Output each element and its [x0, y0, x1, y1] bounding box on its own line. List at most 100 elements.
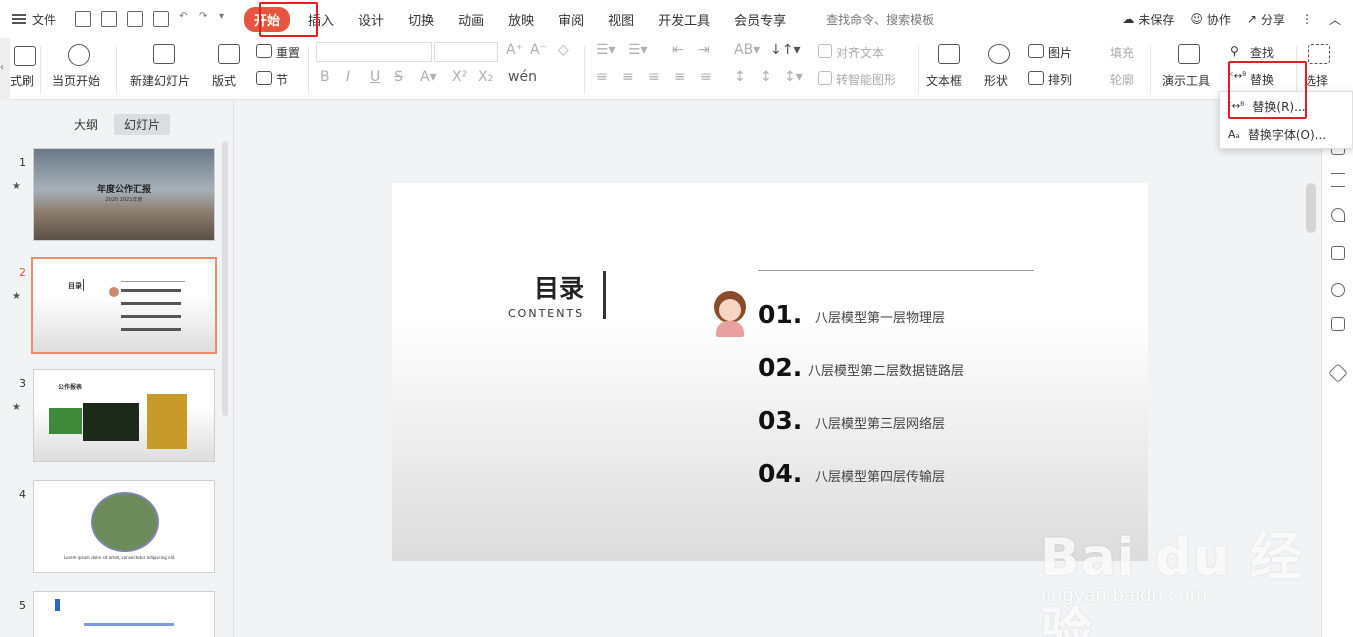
textbox-button[interactable]: 文本框: [926, 72, 962, 89]
print-icon[interactable]: [127, 11, 144, 27]
justify-icon[interactable]: ≡: [674, 69, 686, 85]
paragraph-spacing-icon[interactable]: ↕: [760, 69, 772, 85]
align-text-icon[interactable]: [818, 44, 832, 58]
fill-button[interactable]: 填充: [1110, 44, 1134, 61]
align-center-icon[interactable]: ≡: [622, 69, 634, 85]
picture-icon[interactable]: [1028, 44, 1044, 58]
replace-font-menu-item[interactable]: Aₐ 替换字体(O)...: [1220, 120, 1352, 148]
tab-animation[interactable]: 动画: [446, 10, 496, 29]
item-number[interactable]: 01.: [758, 300, 802, 329]
align-left-icon[interactable]: ≡: [596, 69, 608, 85]
new-slide-icon[interactable]: [153, 44, 175, 64]
undo-icon[interactable]: ↶: [179, 11, 189, 27]
shrink-font-icon[interactable]: A⁻: [530, 42, 547, 58]
picture-button[interactable]: 图片: [1048, 44, 1072, 61]
collapse-ribbon-icon[interactable]: ︿: [1329, 11, 1341, 28]
customize-dropdown-icon[interactable]: ▾: [219, 11, 229, 27]
star-effects-icon[interactable]: [1331, 208, 1345, 222]
slide-thumbnail-5[interactable]: [33, 591, 215, 637]
play-icon[interactable]: [68, 44, 90, 66]
decrease-indent-icon[interactable]: ⇤: [672, 42, 684, 58]
grow-font-icon[interactable]: A⁺: [506, 42, 523, 58]
textbox-icon[interactable]: [938, 44, 960, 64]
align-text-button[interactable]: 对齐文本: [836, 44, 884, 61]
redo-icon[interactable]: ↷: [199, 11, 209, 27]
format-painter-icon[interactable]: [14, 46, 36, 66]
line-spacing-icon[interactable]: ↕: [734, 69, 746, 85]
tab-member[interactable]: 会员专享: [722, 10, 798, 29]
item-text[interactable]: 八层模型第四层传输层: [815, 466, 945, 485]
shape-button[interactable]: 形状: [984, 72, 1008, 89]
tab-review[interactable]: 审阅: [546, 10, 596, 29]
outline-button[interactable]: 轮廓: [1110, 71, 1134, 88]
numbering-icon[interactable]: ☰▾: [628, 42, 648, 58]
strikethrough-icon[interactable]: S: [394, 69, 403, 85]
tab-transition[interactable]: 切换: [396, 10, 446, 29]
present-tools-button[interactable]: 演示工具: [1162, 72, 1210, 89]
clear-format-icon[interactable]: ◇: [558, 42, 569, 58]
skin-icon[interactable]: [1331, 317, 1345, 331]
item-text[interactable]: 八层模型第三层网络层: [815, 413, 945, 432]
slide-thumbnail-1[interactable]: 年度公作汇报 2020 2021年度: [33, 148, 215, 241]
font-size-select[interactable]: [434, 42, 498, 62]
italic-icon[interactable]: I: [346, 69, 350, 85]
item-number[interactable]: 03.: [758, 406, 802, 435]
command-search-input[interactable]: 查找命令、搜索模板: [826, 11, 934, 28]
tab-developer[interactable]: 开发工具: [646, 10, 722, 29]
present-tools-icon[interactable]: [1178, 44, 1200, 64]
superscript-icon[interactable]: X²: [452, 69, 467, 85]
help-icon[interactable]: [1331, 283, 1345, 297]
tab-slides[interactable]: 幻灯片: [114, 114, 171, 135]
unsaved-status[interactable]: ☁ 未保存: [1122, 11, 1174, 28]
arrange-icon[interactable]: [1028, 71, 1044, 85]
smart-shape-button[interactable]: 转智能图形: [836, 71, 896, 88]
tab-outline[interactable]: 大纲: [64, 114, 108, 135]
share-button[interactable]: ↗ 分享: [1247, 11, 1285, 28]
bullets-icon[interactable]: ☰▾: [596, 42, 616, 58]
reset-button[interactable]: 重置: [276, 44, 300, 61]
slide-thumbnail-2[interactable]: 目录: [31, 257, 217, 354]
main-scrollbar[interactable]: [1306, 183, 1316, 233]
subscript-icon[interactable]: X₂: [478, 69, 493, 85]
format-painter-label[interactable]: 式刷: [10, 72, 34, 89]
file-menu[interactable]: 文件: [12, 11, 56, 28]
select-button[interactable]: 选择: [1304, 72, 1328, 89]
search-icon[interactable]: ⚲: [1230, 44, 1239, 58]
from-current-button[interactable]: 当页开始: [52, 72, 100, 89]
slide-canvas[interactable]: 目录 CONTENTS 01. 八层模型第一层物理层 02. 八层模型第二层数据…: [392, 183, 1148, 561]
align-right-icon[interactable]: ≡: [648, 69, 660, 85]
sort-icon[interactable]: ↓↑▾: [770, 42, 801, 58]
transition-icon[interactable]: [1331, 246, 1345, 260]
item-text[interactable]: 八层模型第一层物理层: [815, 307, 945, 326]
export-icon[interactable]: [101, 11, 118, 27]
select-icon[interactable]: [1308, 44, 1330, 64]
arrange-button[interactable]: 排列: [1048, 71, 1072, 88]
text-direction-icon[interactable]: AB▾: [734, 42, 760, 58]
ribbon-scroll-left-icon[interactable]: ‹: [0, 38, 10, 100]
new-slide-button[interactable]: 新建幻灯片: [130, 72, 190, 89]
collaborate-button[interactable]: ☺ 协作: [1190, 11, 1231, 28]
item-number[interactable]: 04.: [758, 459, 802, 488]
slide-thumbnail-3[interactable]: 公作报表: [33, 369, 215, 462]
save-icon[interactable]: [75, 11, 92, 27]
phonetic-icon[interactable]: wén: [508, 69, 537, 85]
font-color-icon[interactable]: A▾: [420, 69, 437, 85]
column-spacing-icon[interactable]: ↕▾: [784, 69, 803, 85]
preview-icon[interactable]: [153, 11, 170, 27]
font-name-select[interactable]: [316, 42, 432, 62]
slide-thumbnail-4[interactable]: Lorem ipsum dolor sit amet, consectetur …: [33, 480, 215, 573]
find-button[interactable]: 查找: [1250, 44, 1274, 61]
reset-icon[interactable]: [256, 44, 272, 58]
slide-title[interactable]: 目录: [534, 269, 584, 305]
tab-slideshow[interactable]: 放映: [496, 10, 546, 29]
bold-icon[interactable]: B: [320, 69, 330, 85]
shape-icon[interactable]: [988, 44, 1010, 64]
tab-view[interactable]: 视图: [596, 10, 646, 29]
tab-design[interactable]: 设计: [346, 10, 396, 29]
increase-indent-icon[interactable]: ⇥: [698, 42, 710, 58]
item-number[interactable]: 02.: [758, 353, 802, 382]
layout-icon[interactable]: [218, 44, 240, 64]
slide-subtitle[interactable]: CONTENTS: [508, 307, 584, 320]
section-icon[interactable]: [256, 71, 272, 85]
layout-button[interactable]: 版式: [212, 72, 236, 89]
